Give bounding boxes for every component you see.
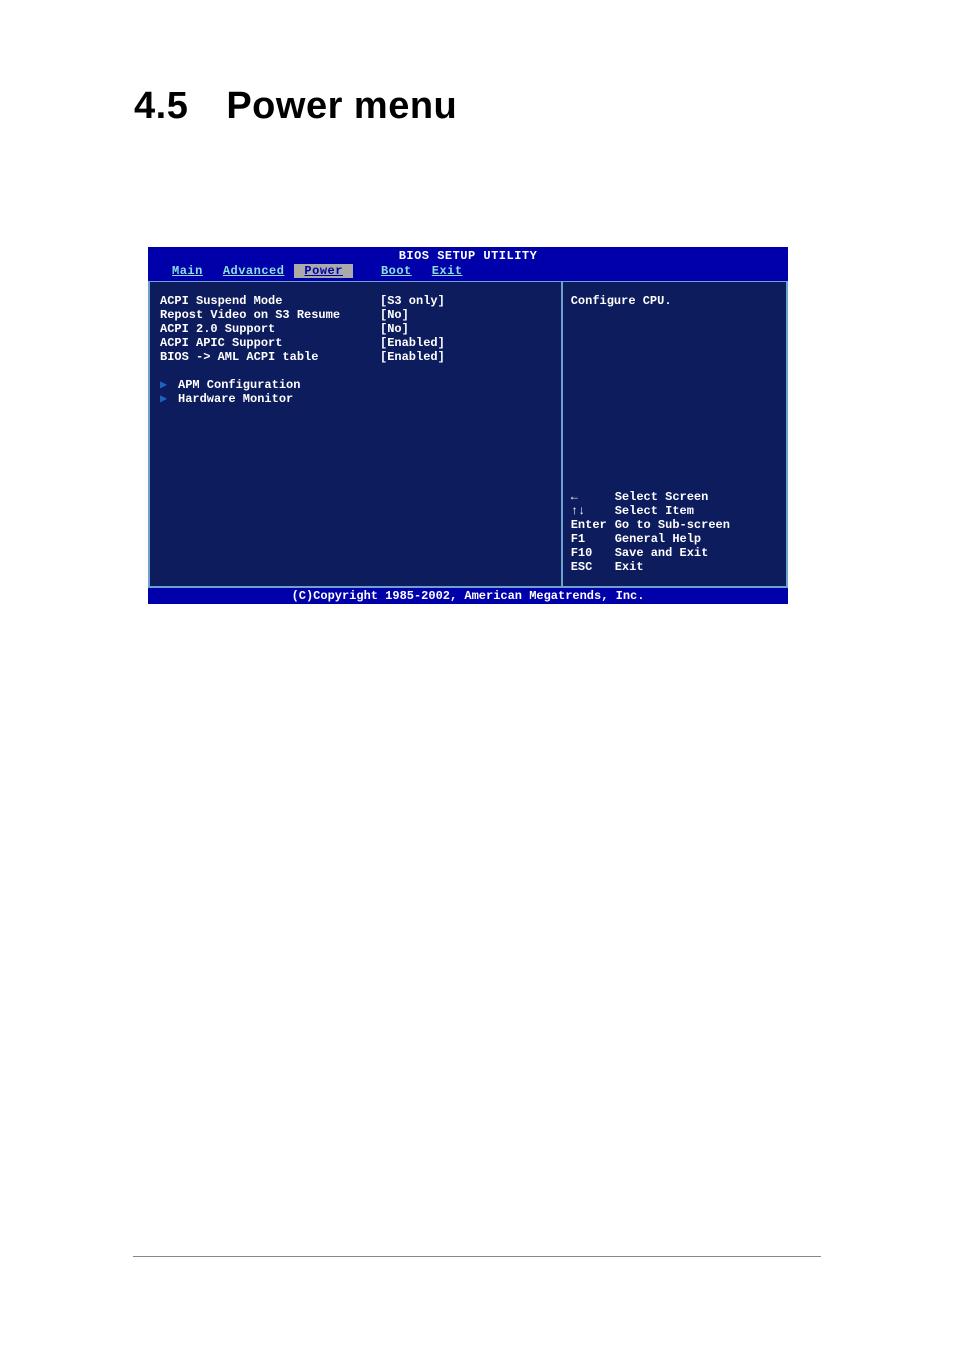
bios-body: ACPI Suspend Mode [S3 only] Repost Video…	[148, 279, 788, 588]
nav-desc: Go to Sub-screen	[615, 518, 730, 532]
tab-advanced[interactable]: Advanced	[213, 264, 295, 278]
nav-desc: Select Screen	[615, 490, 709, 504]
setting-label: ACPI 2.0 Support	[160, 322, 380, 336]
nav-key: ESC	[571, 560, 615, 574]
nav-row: ESC Exit	[571, 560, 780, 574]
nav-key: F10	[571, 546, 615, 560]
setting-label: BIOS -> AML ACPI table	[160, 350, 380, 364]
submenu-label: Hardware Monitor	[178, 392, 293, 406]
nav-desc: General Help	[615, 532, 701, 546]
section-number: 4.5	[134, 85, 188, 127]
nav-row: Enter Go to Sub-screen	[571, 518, 780, 532]
page-heading: 4.5 Power menu	[134, 85, 457, 128]
setting-value: [Enabled]	[380, 350, 445, 364]
setting-value: [No]	[380, 322, 409, 336]
setting-label: Repost Video on S3 Resume	[160, 308, 380, 322]
bios-tab-bar: Main Advanced Power Boot Exit	[148, 263, 788, 279]
nav-key: F1	[571, 532, 615, 546]
help-pane: Configure CPU. ← Select Screen ↑↓ Select…	[562, 281, 788, 588]
setting-label: ACPI APIC Support	[160, 336, 380, 350]
nav-desc: Select Item	[615, 504, 694, 518]
bios-title: BIOS SETUP UTILITY	[148, 247, 788, 263]
submenu-row[interactable]: ▶ Hardware Monitor	[150, 392, 561, 406]
tab-boot[interactable]: Boot	[371, 264, 422, 278]
setting-value: [S3 only]	[380, 294, 445, 308]
setting-row[interactable]: BIOS -> AML ACPI table [Enabled]	[150, 350, 561, 364]
setting-row[interactable]: Repost Video on S3 Resume [No]	[150, 308, 561, 322]
nav-key: Enter	[571, 518, 615, 532]
nav-key: ↑↓	[571, 504, 615, 518]
nav-legend: ← Select Screen ↑↓ Select Item Enter Go …	[571, 490, 780, 574]
section-title: Power menu	[226, 85, 457, 127]
tab-exit[interactable]: Exit	[422, 264, 473, 278]
setting-row[interactable]: ACPI 2.0 Support [No]	[150, 322, 561, 336]
submenu-row[interactable]: ▶ APM Configuration	[150, 378, 561, 392]
bios-footer: (C)Copyright 1985-2002, American Megatre…	[148, 588, 788, 604]
page-divider	[133, 1256, 821, 1257]
setting-value: [No]	[380, 308, 409, 322]
submenu-label: APM Configuration	[178, 378, 300, 392]
nav-key: ←	[571, 490, 615, 504]
bios-screenshot: BIOS SETUP UTILITY Main Advanced Power B…	[148, 247, 788, 604]
setting-value: [Enabled]	[380, 336, 445, 350]
nav-row: F10 Save and Exit	[571, 546, 780, 560]
arrow-right-icon: ▶	[160, 392, 178, 406]
arrow-right-icon: ▶	[160, 378, 178, 392]
nav-row: F1 General Help	[571, 532, 780, 546]
nav-desc: Save and Exit	[615, 546, 709, 560]
tab-main[interactable]: Main	[162, 264, 213, 278]
setting-row[interactable]: ACPI Suspend Mode [S3 only]	[150, 294, 561, 308]
help-text: Configure CPU.	[571, 294, 780, 308]
setting-row[interactable]: ACPI APIC Support [Enabled]	[150, 336, 561, 350]
nav-desc: Exit	[615, 560, 644, 574]
nav-row: ↑↓ Select Item	[571, 504, 780, 518]
setting-label: ACPI Suspend Mode	[160, 294, 380, 308]
settings-pane: ACPI Suspend Mode [S3 only] Repost Video…	[148, 281, 562, 588]
tab-power[interactable]: Power	[294, 264, 353, 278]
nav-row: ← Select Screen	[571, 490, 780, 504]
